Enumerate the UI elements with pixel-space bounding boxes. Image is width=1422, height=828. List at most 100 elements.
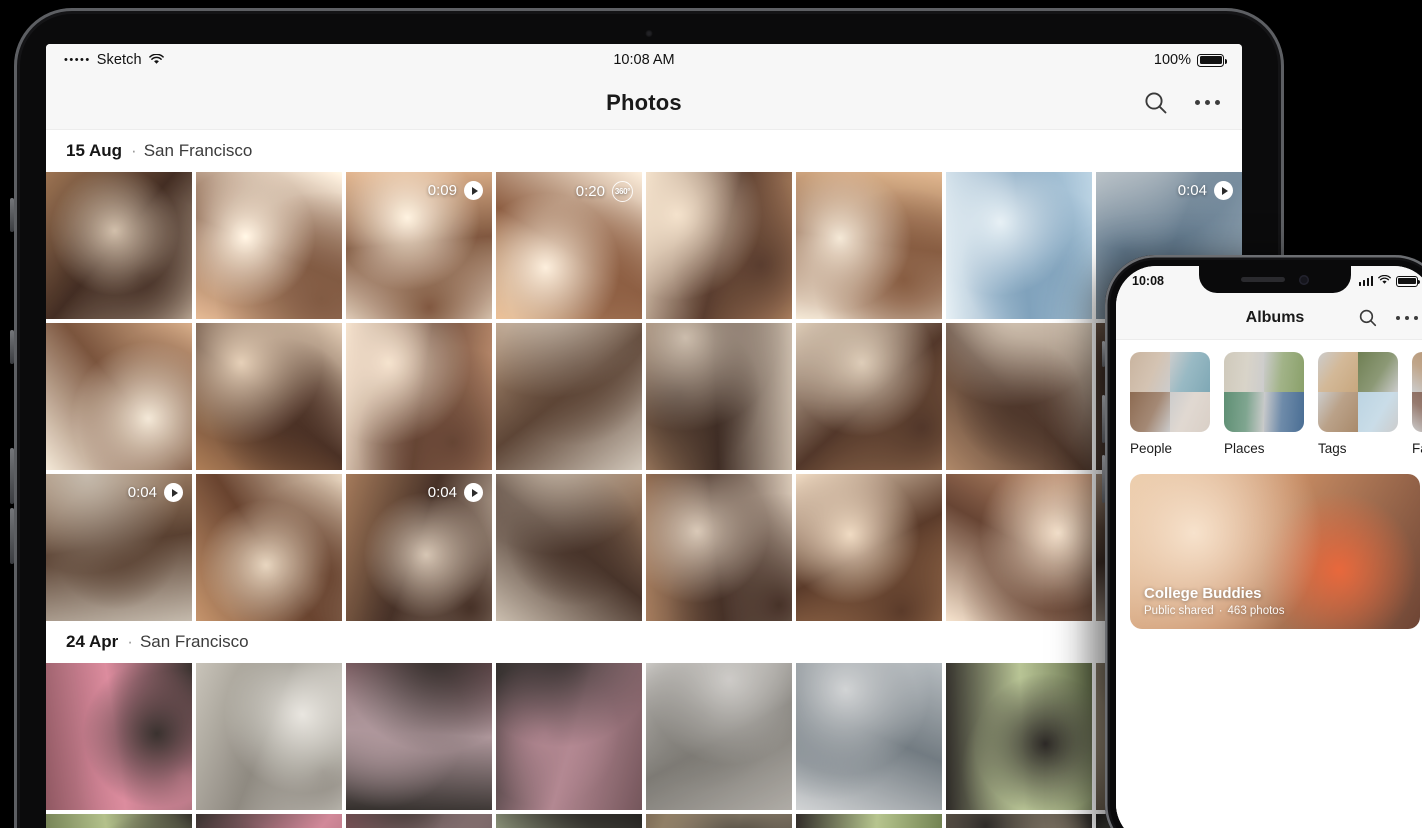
tablet-volume-up-button[interactable]: [10, 448, 14, 504]
photo-tile[interactable]: 0:09: [346, 172, 492, 319]
photo-tile[interactable]: [946, 172, 1092, 319]
album-card[interactable]: [1130, 643, 1420, 793]
photo-tile[interactable]: [496, 323, 642, 470]
photo-tile[interactable]: [946, 814, 1092, 828]
photo-tile[interactable]: [496, 814, 642, 828]
photo-grid[interactable]: 0:09 0:20360° 0:04 0:04 0:04: [46, 172, 1242, 621]
page-title: Photos: [46, 90, 1242, 116]
photo-tile[interactable]: [46, 323, 192, 470]
photo-tile[interactable]: [946, 474, 1092, 621]
album-category-places[interactable]: Places: [1224, 352, 1304, 456]
photos-feed[interactable]: 15 Aug·San Francisco0:090:20360°0:040:04…: [46, 130, 1242, 828]
photo-tile[interactable]: [646, 323, 792, 470]
photo-tile[interactable]: [796, 474, 942, 621]
photo-grid[interactable]: [46, 663, 1242, 828]
photo-tile[interactable]: [496, 663, 642, 810]
photo-tile[interactable]: [346, 814, 492, 828]
section-header: 24 Apr·San Francisco: [46, 621, 1242, 663]
360-video-icon: 360°: [612, 181, 633, 202]
phone-volume-up-button[interactable]: [1102, 395, 1105, 443]
mosaic-cell: [1358, 352, 1398, 392]
section-separator: ·: [131, 141, 137, 161]
tablet-screen: ••••• Sketch 10:08 AM 100% Photos: [46, 44, 1242, 828]
phone-screen: 10:08 Albums: [1116, 266, 1422, 828]
video-duration: 0:04: [128, 484, 157, 501]
mosaic-cell: [1412, 392, 1422, 432]
category-label: Tags: [1318, 441, 1398, 456]
category-thumbnail-mosaic: [1224, 352, 1304, 432]
album-category-tags[interactable]: Tags: [1318, 352, 1398, 456]
albums-body[interactable]: People Places Tags Favorites College Buddie…: [1116, 340, 1422, 828]
photo-tile[interactable]: [946, 323, 1092, 470]
battery-icon: [1197, 54, 1224, 67]
video-duration: 0:04: [1178, 182, 1207, 199]
photo-tile[interactable]: [46, 814, 192, 828]
more-options-icon[interactable]: [1195, 100, 1220, 105]
photo-tile[interactable]: [46, 663, 192, 810]
mosaic-cell: [1318, 392, 1358, 432]
photo-tile[interactable]: 0:20360°: [496, 172, 642, 319]
mosaic-cell: [1170, 392, 1210, 432]
phone-volume-down-button[interactable]: [1102, 455, 1105, 503]
section-separator: ·: [127, 632, 133, 652]
tablet-volume-down-button[interactable]: [10, 508, 14, 564]
album-visibility: Public shared: [1144, 605, 1214, 617]
photo-tile[interactable]: [346, 323, 492, 470]
tablet-battery-area: 100%: [1154, 52, 1224, 68]
album-category-favorites[interactable]: Favorites: [1412, 352, 1422, 456]
search-icon[interactable]: [1358, 308, 1378, 328]
photo-tile[interactable]: [496, 474, 642, 621]
section-date: 24 Apr: [66, 632, 118, 652]
play-icon: [1214, 181, 1233, 200]
mosaic-cell: [1264, 392, 1304, 432]
tablet-button-top[interactable]: [10, 198, 14, 232]
tablet-clock: 10:08 AM: [46, 52, 1242, 68]
category-label: People: [1130, 441, 1210, 456]
photo-tile[interactable]: [346, 663, 492, 810]
mosaic-cell: [1224, 352, 1264, 392]
category-label: Favorites: [1412, 441, 1422, 456]
photo-tile[interactable]: [196, 663, 342, 810]
phone-nav-bar: Albums: [1116, 296, 1422, 340]
album-categories-row[interactable]: People Places Tags Favorites: [1116, 352, 1422, 456]
album-card[interactable]: College BuddiesPublic shared·463 photos: [1130, 474, 1420, 629]
tablet-status-bar: ••••• Sketch 10:08 AM 100%: [46, 44, 1242, 76]
photo-tile[interactable]: [196, 323, 342, 470]
photo-tile[interactable]: [646, 172, 792, 319]
phone-status-indicators: [1359, 274, 1419, 288]
album-category-people[interactable]: People: [1130, 352, 1210, 456]
photo-tile[interactable]: [646, 814, 792, 828]
signal-dots-icon: •••••: [64, 54, 91, 66]
photo-tile[interactable]: [796, 323, 942, 470]
photo-tile[interactable]: [196, 814, 342, 828]
video-badge: 0:20360°: [576, 181, 633, 202]
photo-tile[interactable]: [796, 172, 942, 319]
photo-tile[interactable]: [796, 663, 942, 810]
mosaic-cell: [1224, 392, 1264, 432]
photo-tile[interactable]: [196, 474, 342, 621]
video-badge: 0:04: [128, 483, 183, 502]
search-icon[interactable]: [1143, 90, 1169, 116]
photo-tile[interactable]: [646, 474, 792, 621]
phone-mute-switch[interactable]: [1102, 341, 1105, 367]
tablet-button-second[interactable]: [10, 330, 14, 364]
photo-tile[interactable]: 0:04: [346, 474, 492, 621]
video-badge: 0:09: [428, 181, 483, 200]
battery-percent-label: 100%: [1154, 52, 1191, 68]
front-camera: [1299, 275, 1309, 285]
phone-clock: 10:08: [1132, 274, 1164, 288]
photo-tile[interactable]: [196, 172, 342, 319]
photo-tile[interactable]: [46, 172, 192, 319]
category-thumbnail-mosaic: [1412, 352, 1422, 432]
photo-tile[interactable]: [796, 814, 942, 828]
play-icon: [464, 181, 483, 200]
albums-list[interactable]: College BuddiesPublic shared·463 photos: [1116, 474, 1422, 793]
photo-tile[interactable]: [646, 663, 792, 810]
more-options-icon[interactable]: [1396, 316, 1418, 320]
screenshot-stage: ••••• Sketch 10:08 AM 100% Photos: [0, 0, 1422, 828]
category-thumbnail-mosaic: [1318, 352, 1398, 432]
photo-tile[interactable]: 0:04: [46, 474, 192, 621]
wifi-icon: [1378, 274, 1391, 288]
mosaic-cell: [1412, 352, 1422, 392]
photo-tile[interactable]: [946, 663, 1092, 810]
